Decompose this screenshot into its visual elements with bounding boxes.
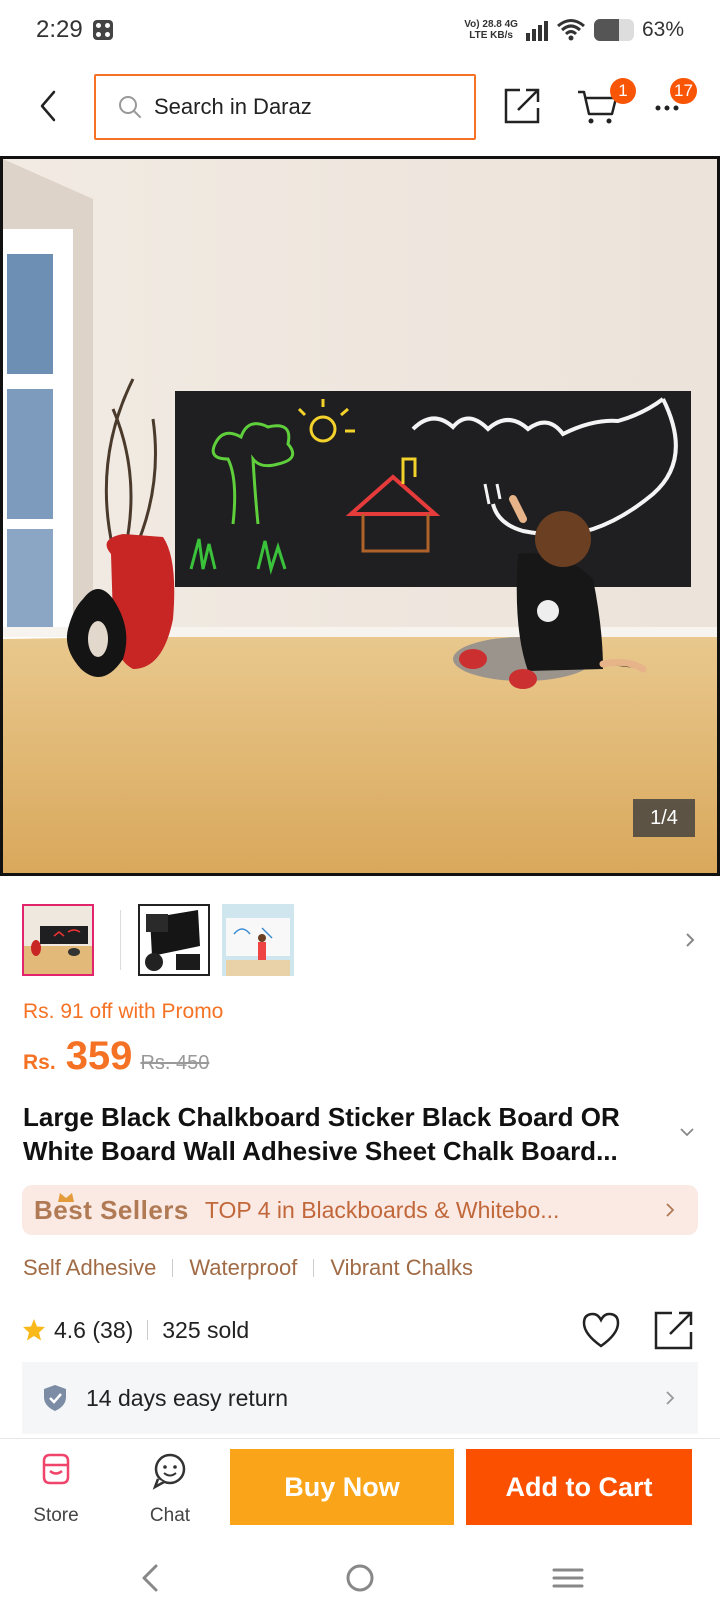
search-input[interactable]: Search in Daraz — [94, 74, 476, 140]
image-counter: 1/4 — [633, 799, 695, 837]
more-button[interactable]: 17 — [654, 78, 697, 122]
current-price: 359 — [65, 1034, 133, 1078]
chevron-right-icon — [666, 1391, 675, 1405]
thumbnail-image — [140, 906, 208, 974]
chat-icon — [152, 1453, 186, 1490]
bottom-action-bar: Store Chat Buy Now Add to Cart — [0, 1438, 720, 1538]
status-bar: 2:29 Vo) 28.8 4G LTE KB/s 63% — [0, 0, 720, 60]
thumbnail-strip — [22, 904, 702, 978]
rating-row: 4.6 (38) 325 sold — [22, 1310, 698, 1350]
share-icon[interactable] — [652, 1308, 696, 1352]
tag-divider — [313, 1259, 315, 1277]
cart-count-badge: 1 — [610, 78, 636, 104]
search-placeholder: Search in Daraz — [154, 94, 312, 119]
product-title: Large Black Chalkboard Sticker Black Boa… — [23, 1102, 620, 1166]
add-to-cart-button[interactable]: Add to Cart — [466, 1449, 692, 1525]
price-row: Rs. 359 Rs. 450 — [23, 1034, 209, 1079]
chevron-right-icon — [666, 1203, 675, 1217]
chevron-right-icon[interactable] — [678, 928, 702, 952]
rating-divider — [147, 1320, 149, 1340]
search-icon — [119, 96, 141, 118]
status-indicators: Vo) 28.8 4G LTE KB/s 63% — [464, 18, 684, 42]
tag-divider — [172, 1259, 174, 1277]
thumbnail-image — [24, 906, 92, 974]
share-icon[interactable] — [502, 86, 542, 126]
return-policy-text: 14 days easy return — [86, 1384, 289, 1411]
buy-now-button[interactable]: Buy Now — [230, 1449, 454, 1525]
store-icon — [42, 1453, 70, 1485]
original-price: Rs. 450 — [140, 1052, 210, 1074]
chat-button[interactable]: Chat — [120, 1439, 220, 1539]
network-speed: Vo) 28.8 4G LTE KB/s — [464, 19, 518, 41]
promo-text: Rs. 91 off with Promo — [23, 1000, 224, 1023]
store-button[interactable]: Store — [6, 1439, 106, 1539]
system-back-icon[interactable] — [132, 1558, 172, 1598]
chat-label: Chat — [149, 1505, 191, 1526]
system-home-icon[interactable] — [340, 1558, 380, 1598]
wifi-icon — [557, 19, 585, 41]
feature-tag: Waterproof — [189, 1255, 298, 1280]
chevron-down-icon[interactable] — [677, 1122, 697, 1142]
product-photo — [3, 159, 717, 873]
shield-check-icon — [44, 1385, 66, 1411]
top-nav: Search in Daraz 1 17 — [0, 70, 720, 142]
feature-tag: Self Adhesive — [23, 1255, 157, 1280]
feature-tags: Self Adhesive Waterproof Vibrant Chalks — [23, 1255, 473, 1281]
crown-icon — [58, 1192, 74, 1202]
feature-tag: Vibrant Chalks — [330, 1255, 473, 1280]
signal-icon — [525, 19, 548, 41]
best-sellers-banner[interactable]: Best Sellers TOP 4 in Blackboards & Whit… — [22, 1185, 698, 1235]
wishlist-heart-icon[interactable] — [580, 1310, 622, 1350]
thumbnail[interactable] — [138, 904, 210, 976]
star-icon — [23, 1319, 45, 1341]
system-nav-bar — [0, 1544, 720, 1612]
thumbnail[interactable] — [222, 904, 294, 976]
status-time: 2:29 — [36, 16, 83, 43]
rating-value[interactable]: 4.6 (38) — [54, 1317, 133, 1344]
system-menu-icon[interactable] — [548, 1558, 588, 1598]
return-policy-row[interactable]: 14 days easy return — [22, 1362, 698, 1434]
thumbnail-divider — [120, 910, 121, 970]
dice-notification-icon — [92, 20, 113, 40]
best-sellers-rank: TOP 4 in Blackboards & Whitebo... — [204, 1196, 560, 1223]
thumbnail-image — [222, 904, 294, 976]
more-count-badge: 17 — [670, 78, 697, 104]
price-currency: Rs. — [23, 1051, 56, 1074]
sold-count: 325 sold — [162, 1316, 250, 1343]
back-arrow-icon[interactable] — [30, 86, 70, 126]
product-image[interactable]: 1/4 — [0, 156, 720, 876]
best-sellers-label: Best Sellers — [34, 1192, 189, 1225]
thumbnail[interactable] — [22, 904, 94, 976]
cart-button[interactable]: 1 — [576, 78, 636, 128]
store-label: Store — [33, 1505, 79, 1526]
battery-icon — [593, 19, 634, 41]
battery-percent: 63% — [641, 18, 684, 41]
